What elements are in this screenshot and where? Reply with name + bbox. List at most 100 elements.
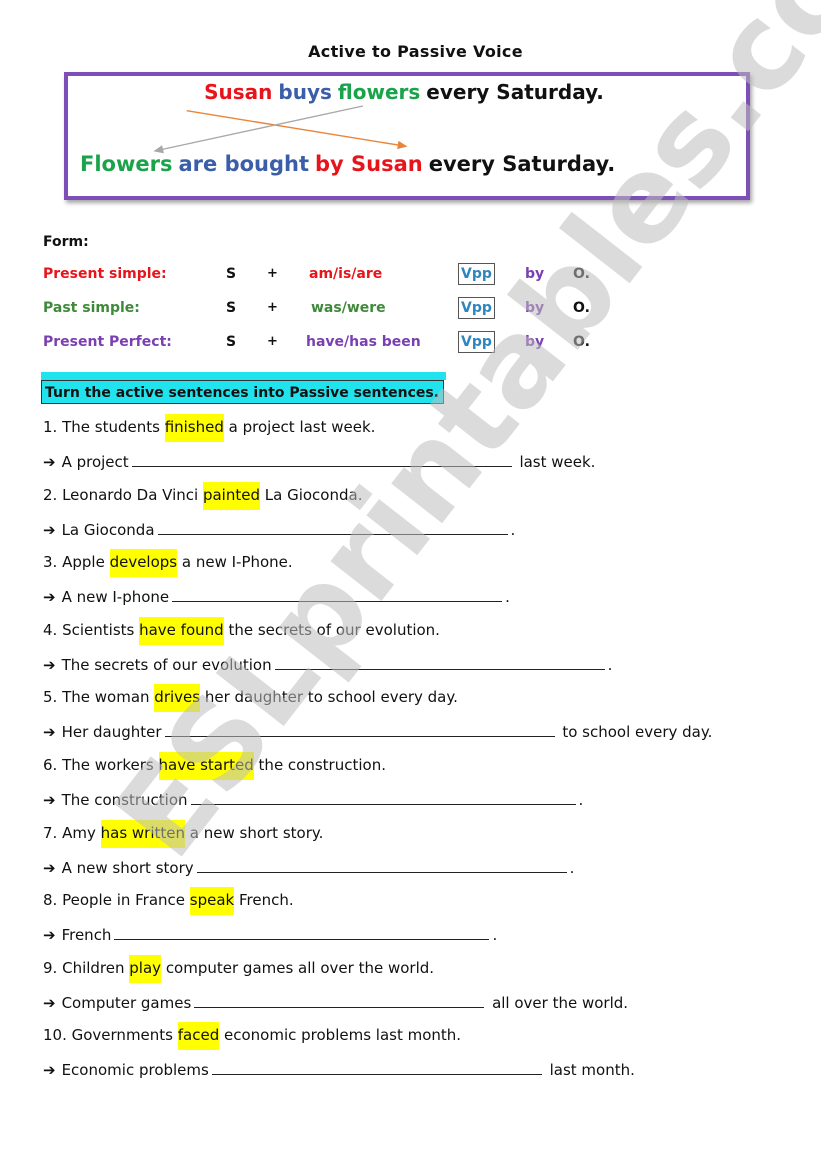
vpp-box: Vpp [458, 263, 495, 285]
answer-end: to school every day. [557, 723, 713, 742]
answer-blank[interactable] [131, 452, 512, 467]
sentence-before: The workers [62, 756, 159, 774]
answer-blank[interactable] [157, 520, 508, 535]
active-sentence: Susan buys flowers every Saturday. [68, 80, 746, 104]
sentence-before: Scientists [62, 620, 140, 639]
arrow-icon: ➔ [43, 588, 56, 607]
answer-end: . [569, 858, 575, 877]
vpp-box: Vpp [458, 297, 495, 319]
sentence-after: computer games all over the world. [161, 958, 435, 977]
answer-blank[interactable] [194, 993, 485, 1008]
answer-end: . [505, 588, 510, 607]
answer-start: A new short story [61, 858, 194, 877]
answer-end: all over the world. [487, 993, 629, 1012]
arrow-icon: ➔ [43, 520, 56, 539]
sentence-after: economic problems last month. [219, 1026, 462, 1045]
answer-blank[interactable] [114, 925, 490, 941]
answer-line: ➔ The construction. [43, 790, 583, 809]
instruction-text: Turn the active sentences into Passive s… [41, 380, 444, 404]
answer-line: ➔ A new short story. [43, 858, 574, 877]
highlighted-verb: finished [164, 414, 224, 442]
object-symbol: O. [573, 334, 590, 350]
exercise-sentence: 6. The workers have started the construc… [43, 752, 386, 780]
exercise-number: 2. [43, 485, 63, 504]
sentence-before: Governments [71, 1026, 178, 1045]
exercise-number: 8. [43, 891, 63, 910]
answer-line: ➔ The secrets of our evolution. [43, 655, 612, 674]
answer-blank[interactable] [196, 858, 567, 873]
highlighted-verb: has written [100, 819, 186, 848]
sentence-after: a project last week. [223, 418, 376, 436]
answer-end: . [492, 926, 498, 945]
sentence-before: The students [62, 418, 165, 436]
answer-end: last week. [514, 453, 596, 471]
sentence-before: Apple [62, 553, 110, 572]
sentence-before: The woman [62, 688, 155, 707]
tense-name: Present simple: [43, 266, 167, 282]
answer-start: Her daughter [61, 723, 162, 742]
arrow-icon: ➔ [43, 858, 56, 877]
answer-blank[interactable] [211, 1060, 542, 1076]
instruction-band [41, 372, 446, 380]
exercise-sentence: 8. People in France speak French. [43, 887, 294, 916]
plus-sign: + [267, 266, 278, 281]
arrow-icon: ➔ [43, 993, 56, 1012]
object-symbol: O. [573, 266, 590, 282]
answer-end: . [607, 655, 613, 674]
exercise-sentence: 9. Children play computer games all over… [43, 954, 435, 983]
highlighted-verb: drives [154, 684, 201, 713]
plus-sign: + [267, 334, 278, 349]
arrow-icon: ➔ [43, 723, 56, 742]
exercise-number: 5. [43, 688, 63, 707]
exercise-sentence: 7. Amy has written a new short story. [43, 819, 323, 848]
exercise-number: 7. [43, 823, 63, 842]
exercise-sentence: 1. The students finished a project last … [43, 414, 376, 442]
answer-start: Computer games [61, 993, 192, 1012]
subject-symbol: S [226, 300, 237, 316]
answer-line: ➔ French. [43, 925, 497, 944]
by-word: by [525, 266, 545, 282]
answer-blank[interactable] [172, 587, 503, 603]
arrow-icon: ➔ [43, 655, 56, 674]
answer-start: Economic problems [61, 1061, 209, 1080]
answer-line: ➔ Her daughter to school every day. [43, 722, 712, 741]
answer-blank[interactable] [274, 655, 605, 670]
sentence-after: the secrets of our evolution. [223, 620, 440, 639]
answer-start: A new I-phone [61, 588, 170, 607]
by-word: by [525, 334, 545, 350]
sentence-part: flowers [337, 80, 421, 104]
exercise-number: 6. [43, 756, 63, 774]
exercise-number: 4. [43, 620, 63, 639]
highlighted-verb: have found [139, 616, 224, 645]
answer-start: French [61, 926, 112, 945]
sentence-after: La Gioconda. [260, 485, 363, 504]
exercise-sentence: 3. Apple develops a new I-Phone. [43, 549, 293, 578]
by-word: by [525, 300, 545, 316]
sentence-part: every Saturday. [426, 80, 604, 104]
highlighted-verb: faced [177, 1022, 220, 1051]
highlighted-verb: painted [202, 481, 260, 510]
exercise-number: 9. [43, 958, 63, 977]
sentence-before: Amy [62, 823, 101, 842]
answer-blank[interactable] [164, 722, 555, 738]
form-label: Form: [43, 234, 89, 250]
exercise-sentence: 4. Scientists have found the secrets of … [43, 616, 440, 645]
arrow-subject-to-agent [186, 109, 408, 150]
answer-start: The secrets of our evolution [61, 655, 272, 674]
auxiliary-verb: have/has been [306, 334, 421, 350]
answer-line: ➔ A project last week. [43, 452, 595, 471]
sentence-part: are bought [178, 152, 309, 176]
answer-start: The construction [61, 791, 188, 809]
answer-blank[interactable] [190, 790, 576, 805]
exercise-sentence: 10. Governments faced economic problems … [43, 1022, 462, 1051]
plus-sign: + [267, 300, 278, 315]
exercise-number: 10. [43, 1026, 72, 1045]
exercise-sentence: 2. Leonardo Da Vinci painted La Gioconda… [43, 481, 363, 510]
highlighted-verb: speak [189, 887, 235, 916]
subject-symbol: S [226, 266, 237, 282]
sentence-part: buys [278, 80, 332, 104]
answer-end: last month. [544, 1061, 635, 1080]
sentence-part: by Susan [315, 152, 423, 176]
answer-start: A project [61, 453, 129, 471]
tense-name: Present Perfect: [43, 334, 172, 350]
